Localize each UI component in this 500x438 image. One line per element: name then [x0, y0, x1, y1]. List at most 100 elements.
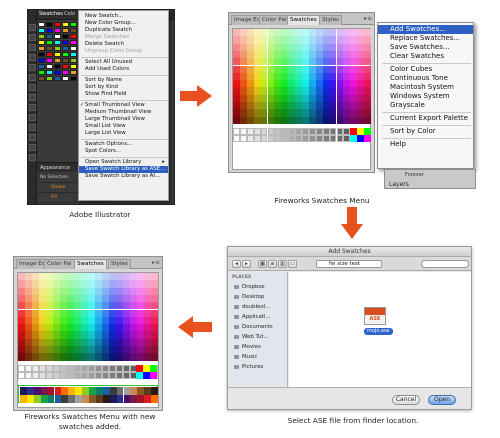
swatch[interactable] — [302, 102, 309, 110]
swatch[interactable] — [315, 43, 323, 51]
swatch[interactable] — [350, 72, 358, 81]
swatch[interactable] — [260, 36, 268, 44]
swatch[interactable] — [329, 65, 337, 73]
swatch[interactable] — [116, 331, 123, 339]
menu-item[interactable]: Duplicate Swatch — [79, 27, 168, 34]
swatch[interactable] — [32, 353, 39, 361]
swatch[interactable] — [54, 76, 61, 81]
ase-file-icon[interactable]: ASE — [364, 307, 386, 325]
swatch[interactable] — [102, 280, 109, 288]
swatch[interactable] — [233, 127, 240, 136]
swatch[interactable] — [47, 395, 55, 403]
swatch[interactable] — [54, 395, 62, 403]
swatch[interactable] — [39, 364, 46, 372]
swatch[interactable] — [233, 87, 240, 95]
swatch[interactable] — [54, 46, 61, 51]
swatch[interactable] — [151, 353, 158, 361]
tool-icon[interactable] — [29, 54, 36, 61]
swatch[interactable] — [246, 36, 254, 44]
swatch[interactable] — [95, 302, 102, 310]
menu-item[interactable]: Replace Swatches... — [378, 34, 473, 43]
swatch[interactable] — [336, 80, 344, 88]
swatch[interactable] — [281, 127, 289, 136]
swatch[interactable] — [357, 80, 365, 88]
swatch[interactable] — [20, 387, 27, 395]
swatch[interactable] — [46, 324, 53, 332]
menu-item[interactable]: Sort by Kind — [79, 84, 168, 91]
swatch[interactable] — [137, 294, 144, 303]
swatch[interactable] — [137, 353, 144, 361]
swatch[interactable] — [88, 316, 95, 325]
swatch[interactable] — [274, 102, 282, 110]
swatch[interactable] — [46, 22, 53, 27]
swatch[interactable] — [233, 50, 240, 59]
swatch[interactable] — [357, 36, 365, 44]
swatch[interactable] — [130, 324, 137, 332]
swatch[interactable] — [18, 353, 25, 361]
swatch[interactable] — [18, 364, 25, 372]
coverflow-view-button[interactable]: ▭ — [288, 260, 297, 268]
sidebar-item[interactable]: Movies — [234, 344, 261, 350]
swatch-grid[interactable] — [232, 28, 371, 170]
swatch[interactable] — [74, 302, 81, 310]
swatch[interactable] — [336, 58, 344, 66]
swatch[interactable] — [233, 109, 240, 117]
swatch[interactable] — [151, 331, 158, 339]
swatch[interactable] — [350, 43, 358, 51]
swatch[interactable] — [95, 371, 102, 380]
swatch[interactable] — [88, 346, 95, 354]
swatch[interactable] — [350, 50, 358, 59]
swatch[interactable] — [302, 135, 309, 143]
swatch[interactable] — [233, 80, 240, 88]
swatch[interactable] — [260, 116, 268, 124]
swatch[interactable] — [281, 50, 289, 59]
swatch[interactable] — [308, 36, 316, 44]
swatch[interactable] — [39, 287, 46, 295]
swatch[interactable] — [88, 294, 95, 303]
swatch[interactable] — [364, 43, 371, 51]
swatch[interactable] — [260, 127, 268, 136]
swatch[interactable] — [357, 102, 365, 110]
swatch[interactable] — [239, 50, 247, 59]
swatch[interactable] — [39, 309, 46, 317]
swatch[interactable] — [102, 316, 109, 325]
swatch[interactable] — [54, 22, 61, 27]
swatch[interactable] — [38, 22, 45, 27]
swatch[interactable] — [274, 29, 282, 37]
swatch[interactable] — [302, 116, 309, 124]
swatch[interactable] — [75, 395, 83, 403]
swatch[interactable] — [39, 371, 46, 380]
swatch[interactable] — [67, 273, 74, 281]
swatch[interactable] — [88, 287, 95, 295]
swatch[interactable] — [364, 29, 371, 37]
swatch[interactable] — [295, 43, 302, 51]
swatch[interactable] — [32, 273, 39, 281]
swatch[interactable] — [39, 346, 46, 354]
swatch[interactable] — [95, 387, 103, 395]
swatch[interactable] — [60, 324, 67, 332]
swatch[interactable] — [62, 76, 69, 81]
swatch[interactable] — [281, 65, 289, 73]
swatch[interactable] — [233, 135, 240, 143]
swatch[interactable] — [60, 273, 67, 281]
swatch[interactable] — [70, 70, 77, 75]
swatch[interactable] — [308, 50, 316, 59]
swatch[interactable] — [302, 94, 309, 102]
swatch[interactable] — [322, 29, 330, 37]
swatch[interactable] — [144, 395, 152, 403]
menu-item[interactable]: Color Cubes — [378, 65, 473, 74]
swatch[interactable] — [54, 70, 61, 75]
swatch[interactable] — [246, 65, 254, 73]
swatch[interactable] — [102, 294, 109, 303]
tab-color[interactable]: Colo — [64, 11, 75, 17]
swatch[interactable] — [123, 331, 130, 339]
swatch[interactable] — [350, 65, 358, 73]
swatch[interactable] — [302, 87, 309, 95]
swatch[interactable] — [70, 22, 77, 27]
swatch[interactable] — [38, 34, 45, 39]
swatch[interactable] — [267, 29, 275, 37]
swatch[interactable] — [274, 116, 282, 124]
swatch[interactable] — [67, 364, 74, 372]
swatch[interactable] — [116, 387, 124, 395]
swatch[interactable] — [95, 294, 102, 303]
